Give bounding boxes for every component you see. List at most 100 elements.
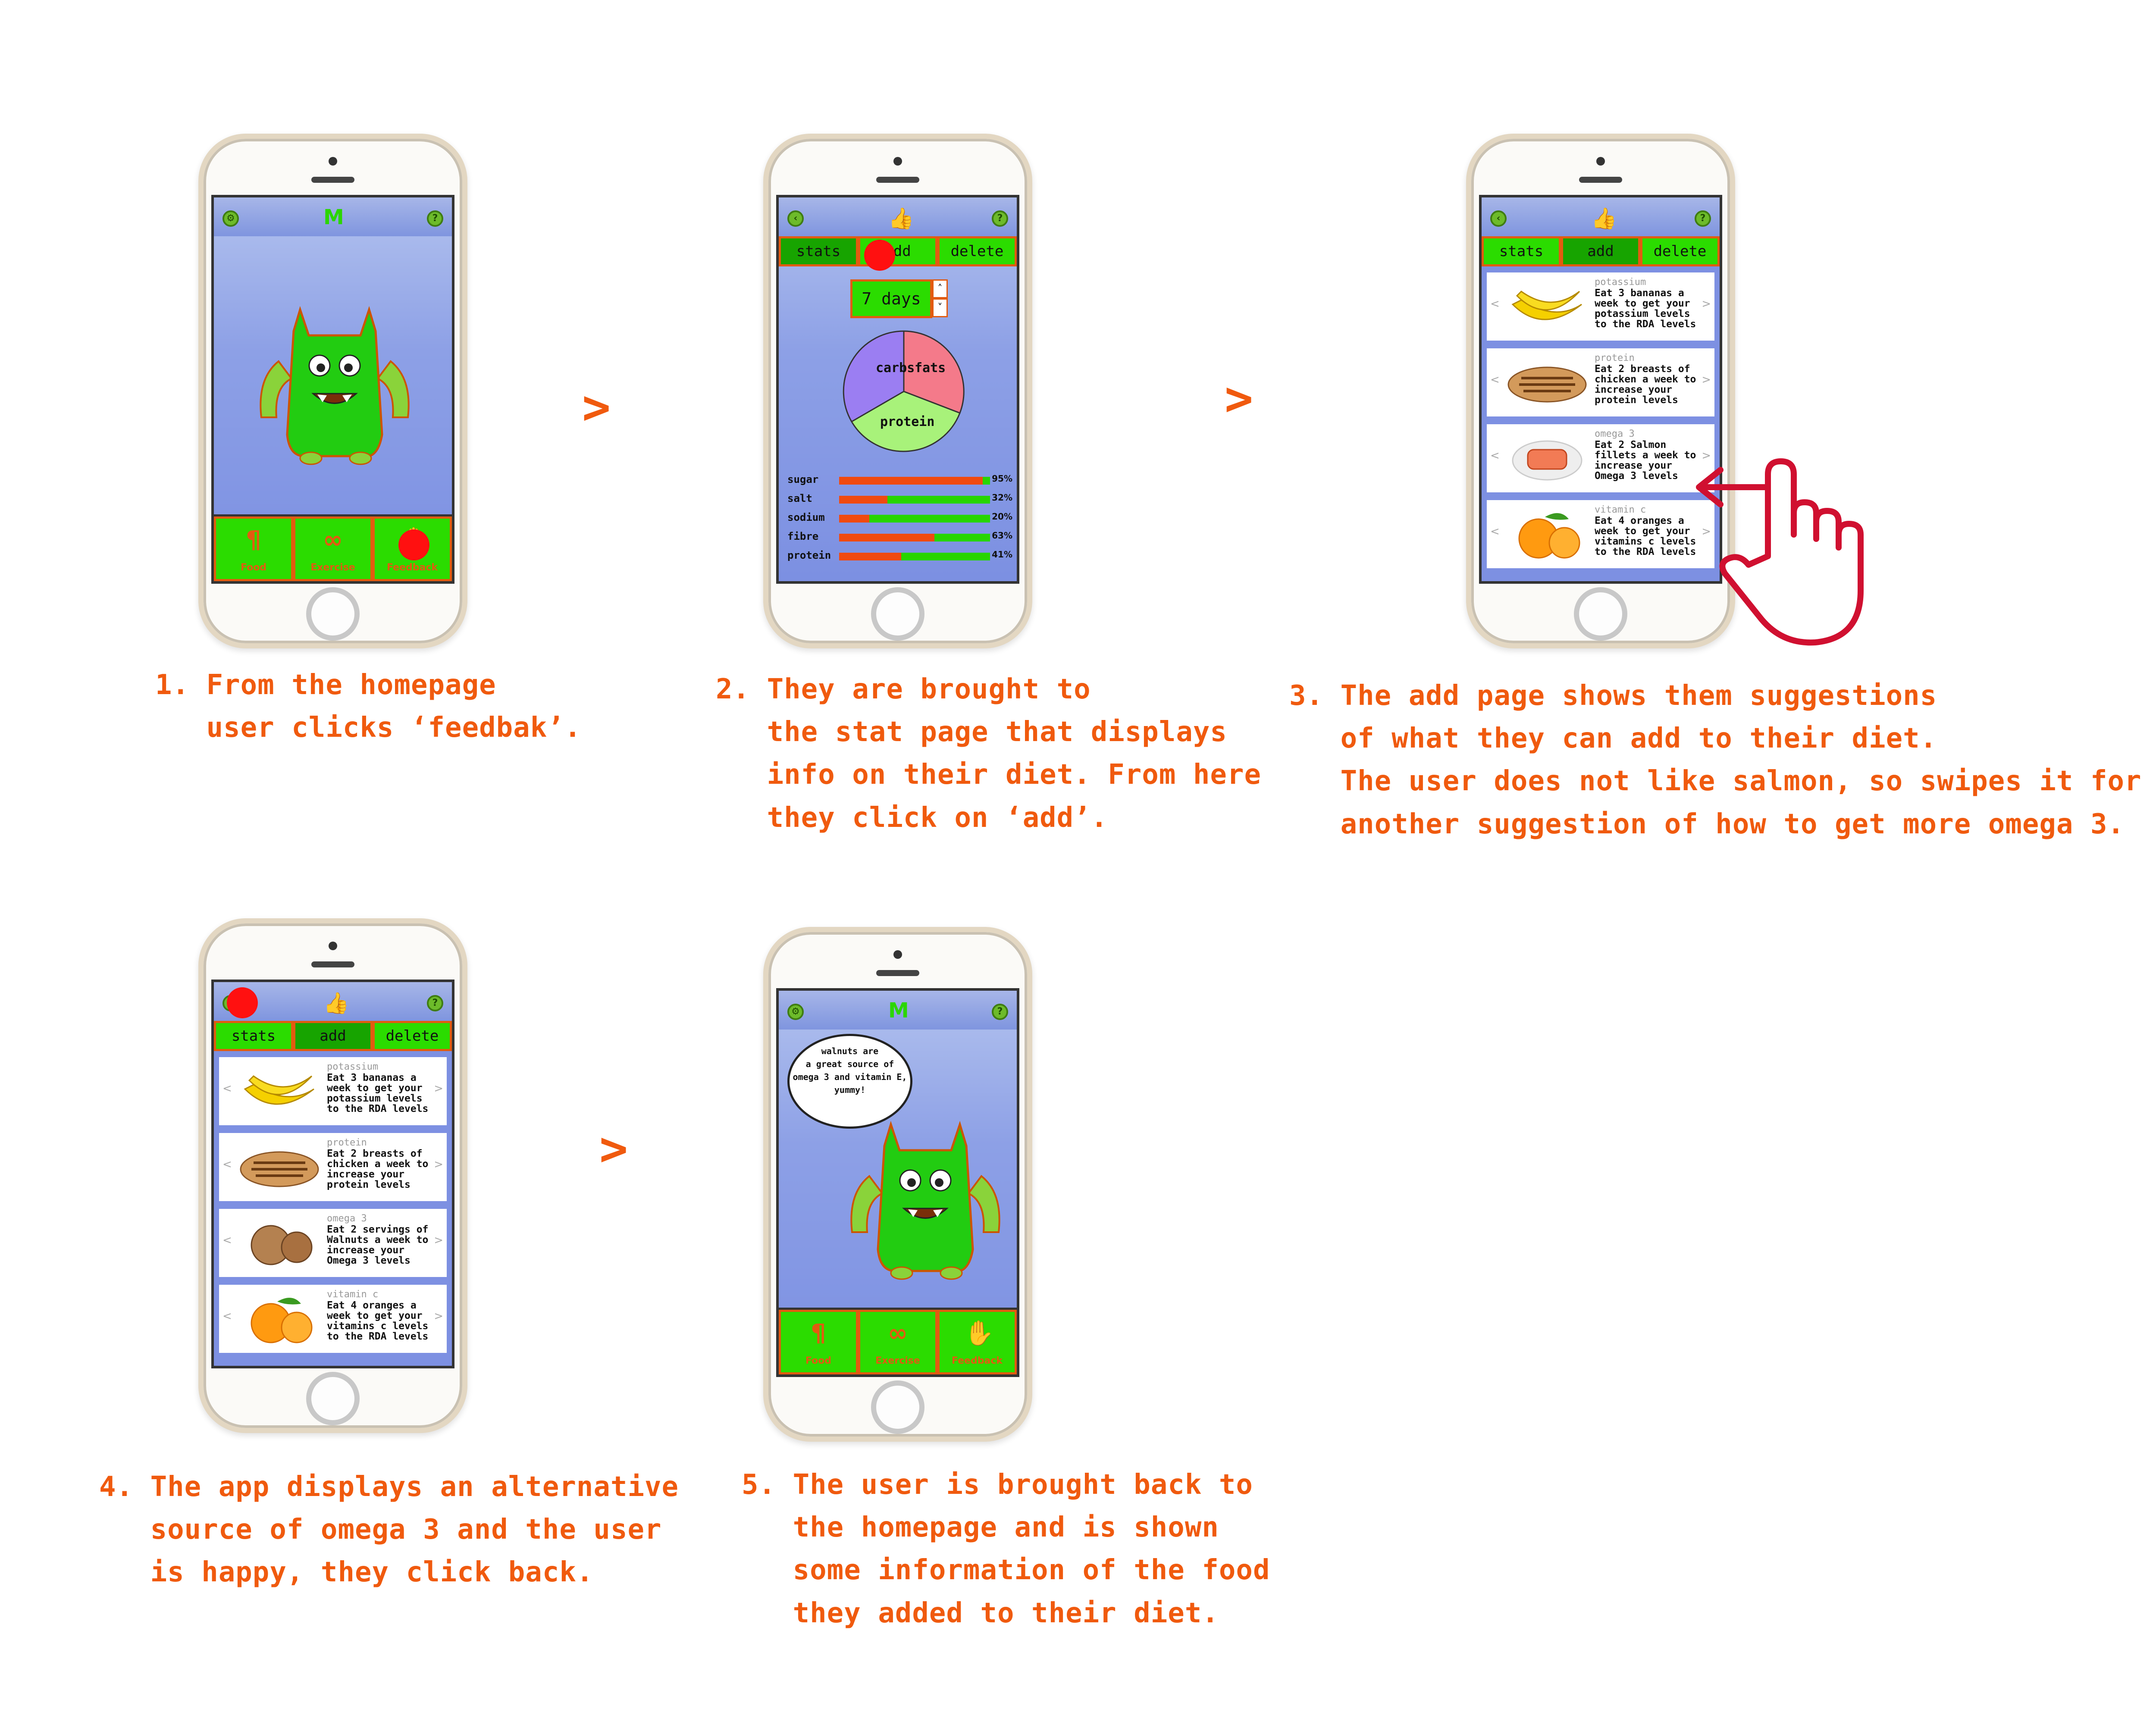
suggestion-item[interactable]: < vitamin c Eat 4 oranges a week to get yo… <box>1487 500 1714 568</box>
nav-food-label: Food <box>805 1355 832 1366</box>
food-image <box>236 1291 323 1347</box>
tab-delete[interactable]: delete <box>373 1021 452 1051</box>
suggestion-list: < potassium Eat 3 bananas a week to get yo… <box>214 1051 452 1366</box>
nav-feedback-button[interactable]: ✋ Feedback <box>937 1310 1017 1374</box>
home-button[interactable] <box>1574 587 1627 641</box>
nav-exercise-label: Exercise <box>875 1355 920 1366</box>
days-stepper[interactable]: ˄ ˅ <box>932 279 948 317</box>
top-bar: ‹ 👍 ? <box>1482 197 1720 236</box>
swipe-right-icon[interactable]: > <box>1702 297 1711 310</box>
speaker <box>1579 177 1622 183</box>
tab-add[interactable]: add <box>293 1021 373 1051</box>
stat-label: sugar <box>787 473 819 485</box>
stat-percent: 95% <box>992 473 1012 484</box>
stat-row: sodium 20% <box>787 511 1012 524</box>
suggestion-text: Eat 4 oranges a week to get your vitamin… <box>1595 515 1696 557</box>
tab-stats[interactable]: stats <box>1482 236 1561 266</box>
thumbs-up-icon: 👍 <box>1591 207 1617 231</box>
food-image <box>236 1063 323 1119</box>
swipe-right-icon[interactable]: > <box>434 1158 443 1171</box>
nav-exercise-button[interactable]: ∞ Exercise <box>858 1310 937 1374</box>
stepper-up-icon[interactable]: ˄ <box>932 279 948 298</box>
suggestion-item[interactable]: < vitamin c Eat 4 oranges a week to get yo… <box>219 1285 447 1353</box>
camera <box>893 157 902 166</box>
tab-add[interactable]: add <box>1561 236 1640 266</box>
cutlery-icon: ¶ <box>246 526 261 554</box>
home-button[interactable] <box>871 1380 924 1434</box>
nav-exercise-button[interactable]: ∞ Exercise <box>293 516 373 581</box>
swipe-left-icon[interactable]: < <box>1490 373 1500 386</box>
home-button[interactable] <box>871 587 924 641</box>
stat-row: fibre 63% <box>787 530 1012 543</box>
suggestion-category: potassium <box>327 1061 379 1072</box>
nav-food-button[interactable]: ¶ Food <box>779 1310 858 1374</box>
help-icon[interactable]: ? <box>1695 210 1711 227</box>
help-icon[interactable]: ? <box>427 210 443 227</box>
thumbs-up-icon: 👍 <box>888 207 914 231</box>
swipe-right-icon[interactable]: > <box>434 1310 443 1323</box>
stat-label: fibre <box>787 530 819 542</box>
thumbs-up-icon: ✋ <box>964 1319 994 1347</box>
screen-stats: ‹ 👍 ? stats add delete 7 days ˄ ˅ carbs … <box>776 195 1019 584</box>
suggestion-item[interactable]: < omega 3 Eat 2 servings of Walnuts a week… <box>219 1209 447 1277</box>
suggestion-item[interactable]: < protein Eat 2 breasts of chicken a week … <box>1487 348 1714 416</box>
help-icon[interactable]: ? <box>427 995 443 1011</box>
tab-delete[interactable]: delete <box>937 236 1017 266</box>
help-icon[interactable]: ? <box>992 1004 1008 1020</box>
camera <box>1596 157 1605 166</box>
days-selector[interactable]: 7 days <box>850 279 932 318</box>
bicycle-icon: ∞ <box>887 1319 908 1347</box>
nutrient-pie-chart: carbs fats protein <box>843 330 965 452</box>
settings-icon[interactable]: ⚙ <box>787 1004 804 1020</box>
swipe-right-icon[interactable]: > <box>1702 373 1711 386</box>
suggestion-text: Eat 2 Salmon fillets a week to increase … <box>1595 439 1696 482</box>
bottom-nav: ¶ Food ∞ Exercise ✋ Feedback <box>214 514 452 581</box>
nav-feedback-label: Feedback <box>387 562 438 573</box>
stepper-down-icon[interactable]: ˅ <box>932 298 948 317</box>
swipe-right-icon[interactable]: > <box>434 1082 443 1095</box>
nav-food-button[interactable]: ¶ Food <box>214 516 293 581</box>
swipe-left-icon[interactable]: < <box>222 1234 232 1247</box>
suggestion-text: Eat 2 breasts of chicken a week to incre… <box>327 1148 429 1190</box>
app-logo: M <box>323 205 344 229</box>
bottom-nav: ¶ Food ∞ Exercise ✋ Feedback <box>779 1308 1017 1374</box>
stat-label: salt <box>787 492 812 504</box>
home-button[interactable] <box>306 587 360 641</box>
tab-bar: stats add delete <box>214 1021 452 1051</box>
food-image <box>1504 506 1590 562</box>
tab-stats[interactable]: stats <box>779 236 858 266</box>
suggestion-category: protein <box>1595 353 1635 363</box>
stat-bar <box>839 496 990 504</box>
swipe-left-icon[interactable]: < <box>222 1082 232 1095</box>
screen-home-feedback: ⚙ M ? walnuts are a great source of omeg… <box>776 988 1019 1377</box>
step-arrow-1: > <box>582 379 611 435</box>
stat-row: sugar 95% <box>787 473 1012 486</box>
suggestion-category: protein <box>327 1137 367 1148</box>
home-button[interactable] <box>306 1372 360 1425</box>
swipe-left-icon[interactable]: < <box>1490 449 1500 462</box>
swipe-left-icon[interactable]: < <box>1490 525 1500 538</box>
settings-icon[interactable]: ⚙ <box>222 210 239 227</box>
help-icon[interactable]: ? <box>992 210 1008 227</box>
back-icon[interactable]: ‹ <box>787 210 804 227</box>
nav-exercise-label: Exercise <box>310 562 355 573</box>
stat-bar-fill <box>839 553 901 560</box>
swipe-left-icon[interactable]: < <box>222 1158 232 1171</box>
suggestion-item[interactable]: < potassium Eat 3 bananas a week to get yo… <box>1487 272 1714 341</box>
nav-feedback-button[interactable]: ✋ Feedback <box>373 516 452 581</box>
swipe-right-icon[interactable]: > <box>434 1234 443 1247</box>
suggestion-item[interactable]: < omega 3 Eat 2 Salmon fillets a week to i… <box>1487 424 1714 492</box>
stat-bar-fill <box>839 477 983 485</box>
caption-step5: 5. The user is brought back to the homep… <box>742 1469 1270 1629</box>
back-icon[interactable]: ‹ <box>1490 210 1507 227</box>
swipe-left-icon[interactable]: < <box>222 1310 232 1323</box>
tab-stats[interactable]: stats <box>214 1021 293 1051</box>
suggestion-item[interactable]: < protein Eat 2 breasts of chicken a week … <box>219 1133 447 1201</box>
stat-bar-fill <box>839 496 887 504</box>
speaker <box>876 970 919 976</box>
swipe-left-icon[interactable]: < <box>1490 297 1500 310</box>
suggestion-item[interactable]: < potassium Eat 3 bananas a week to get yo… <box>219 1057 447 1125</box>
camera <box>329 942 337 950</box>
tab-delete[interactable]: delete <box>1640 236 1720 266</box>
speaker <box>311 961 354 967</box>
